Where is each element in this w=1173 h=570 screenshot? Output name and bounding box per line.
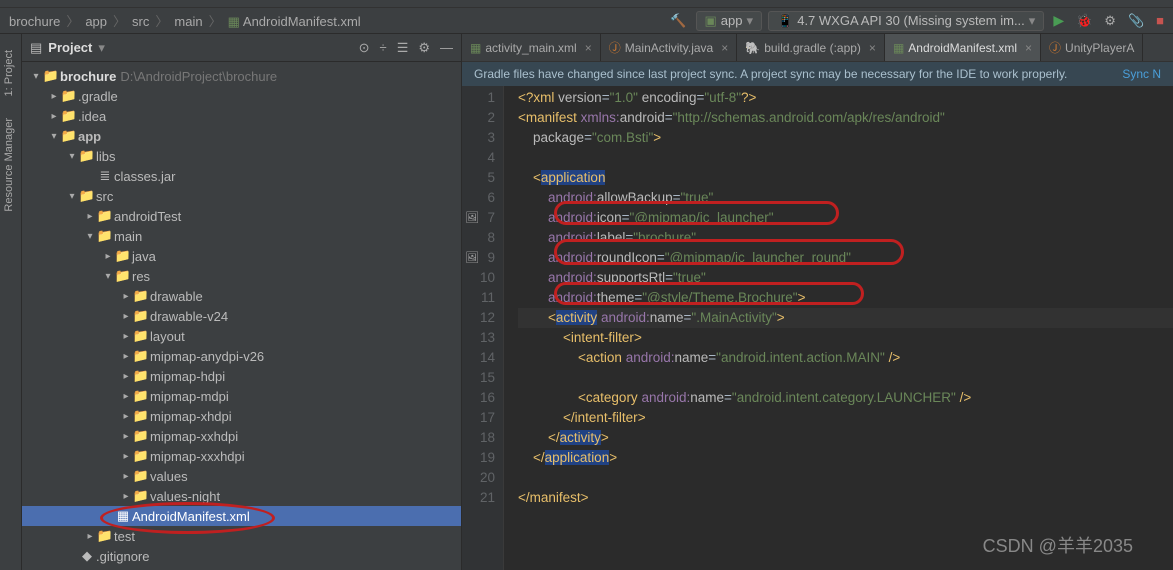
- profile-icon[interactable]: ⚙: [1101, 13, 1119, 29]
- tree-node[interactable]: ▾📁res: [22, 266, 461, 286]
- tree-node[interactable]: ▸📁.idea: [22, 106, 461, 126]
- tree-node[interactable]: ◆.gitignore: [22, 546, 461, 566]
- close-icon[interactable]: ×: [1025, 41, 1032, 55]
- tree-node[interactable]: ▸📁androidTest: [22, 206, 461, 226]
- watermark: CSDN @羊羊2035: [983, 532, 1133, 558]
- tree-node[interactable]: ▸📁values-night: [22, 486, 461, 506]
- tree-node[interactable]: ▸📁.gradle: [22, 86, 461, 106]
- tree-node[interactable]: ▸📁mipmap-anydpi-v26: [22, 346, 461, 366]
- hammer-icon[interactable]: 🔨: [667, 13, 689, 29]
- tree-node[interactable]: ▸📁java: [22, 246, 461, 266]
- breadcrumb-item[interactable]: ▦AndroidManifest.xml: [225, 14, 364, 29]
- debug-icon[interactable]: 🐞: [1073, 13, 1095, 29]
- tree-node[interactable]: ≣classes.jar: [22, 166, 461, 186]
- device-select[interactable]: 📱4.7 WXGA API 30 (Missing system im...▾: [768, 11, 1044, 31]
- tree-node[interactable]: ▸📁drawable-v24: [22, 306, 461, 326]
- stop-icon[interactable]: ■: [1153, 13, 1167, 28]
- tree-node[interactable]: ▾📁brochureD:\AndroidProject\brochure: [22, 66, 461, 86]
- project-panel: ▤ Project ▾ ⊙ ÷ ☰ ⚙ — ▾📁brochureD:\Andro…: [22, 34, 462, 570]
- breadcrumb-item[interactable]: src: [129, 14, 152, 29]
- tree-node[interactable]: ▾📁libs: [22, 146, 461, 166]
- tree-node[interactable]: ▾📁main: [22, 226, 461, 246]
- tree-node[interactable]: ▦AndroidManifest.xml: [22, 506, 461, 526]
- project-panel-header: ▤ Project ▾ ⊙ ÷ ☰ ⚙ —: [22, 34, 461, 62]
- editor-tab[interactable]: 🐘build.gradle (:app)×: [737, 34, 885, 61]
- close-icon[interactable]: ×: [585, 41, 592, 55]
- tree-node[interactable]: ▸📁drawable: [22, 286, 461, 306]
- tree-node[interactable]: ▾📁src: [22, 186, 461, 206]
- editor-tabs: ▦activity_main.xml×ⒿMainActivity.java×🐘b…: [462, 34, 1173, 62]
- cog-icon[interactable]: ⊙: [359, 40, 370, 56]
- tree-node[interactable]: ▸📁mipmap-xxxhdpi: [22, 446, 461, 466]
- tool-window-bar: 1: Project Resource Manager: [0, 34, 22, 570]
- nav-bar: brochure〉app〉src〉main〉▦AndroidManifest.x…: [0, 8, 1173, 34]
- gradle-sync-banner: Gradle files have changed since last pro…: [462, 62, 1173, 86]
- editor-tab[interactable]: ⒿUnityPlayerA: [1041, 34, 1143, 61]
- project-title: Project: [48, 40, 92, 55]
- breadcrumb[interactable]: brochure〉app〉src〉main〉▦AndroidManifest.x…: [6, 11, 364, 30]
- tree-node[interactable]: ▸📁mipmap-xhdpi: [22, 406, 461, 426]
- code-body[interactable]: <?xml version="1.0" encoding="utf-8"?><m…: [504, 86, 1173, 570]
- menu-bar: [0, 0, 1173, 8]
- breadcrumb-item[interactable]: brochure: [6, 14, 63, 29]
- editor-tab[interactable]: ▦activity_main.xml×: [462, 34, 601, 61]
- breadcrumb-item[interactable]: app: [82, 14, 110, 29]
- gutter: 1234567🖼89🖼101112131415161718192021: [462, 86, 504, 570]
- project-tool-tab[interactable]: 1: Project: [0, 44, 18, 102]
- attach-icon[interactable]: 📎: [1125, 13, 1147, 29]
- project-tree[interactable]: ▾📁brochureD:\AndroidProject\brochure▸📁.g…: [22, 62, 461, 570]
- close-icon[interactable]: ×: [869, 41, 876, 55]
- editor-area: ▦activity_main.xml×ⒿMainActivity.java×🐘b…: [462, 34, 1173, 570]
- run-config-area: 🔨 ▣app▾ 📱4.7 WXGA API 30 (Missing system…: [667, 11, 1167, 31]
- tree-node[interactable]: ▸📁layout: [22, 326, 461, 346]
- tree-node[interactable]: ▸📁mipmap-xxhdpi: [22, 426, 461, 446]
- editor-tab[interactable]: ▦AndroidManifest.xml×: [885, 34, 1041, 61]
- sync-now-link[interactable]: Sync N: [1122, 67, 1161, 81]
- editor-tab[interactable]: ⒿMainActivity.java×: [601, 34, 738, 61]
- run-config-select[interactable]: ▣app▾: [696, 11, 763, 31]
- run-icon[interactable]: ▶: [1050, 12, 1067, 29]
- tree-node[interactable]: ▸📁test: [22, 526, 461, 546]
- resource-manager-tab[interactable]: Resource Manager: [0, 112, 18, 218]
- banner-message: Gradle files have changed since last pro…: [474, 67, 1067, 81]
- collapse-icon[interactable]: ÷: [380, 40, 387, 56]
- code-editor[interactable]: 1234567🖼89🖼101112131415161718192021 <?xm…: [462, 86, 1173, 570]
- tree-node[interactable]: ▸📁mipmap-mdpi: [22, 386, 461, 406]
- settings-icon[interactable]: ⚙: [418, 40, 430, 56]
- scroll-icon[interactable]: ☰: [397, 40, 409, 56]
- hide-icon[interactable]: —: [440, 40, 453, 56]
- project-view-icon: ▤: [30, 40, 42, 56]
- close-icon[interactable]: ×: [721, 41, 728, 55]
- breadcrumb-item[interactable]: main: [171, 14, 205, 29]
- tree-node[interactable]: ▸📁mipmap-hdpi: [22, 366, 461, 386]
- tree-node[interactable]: ▾📁app: [22, 126, 461, 146]
- tree-node[interactable]: ▸📁values: [22, 466, 461, 486]
